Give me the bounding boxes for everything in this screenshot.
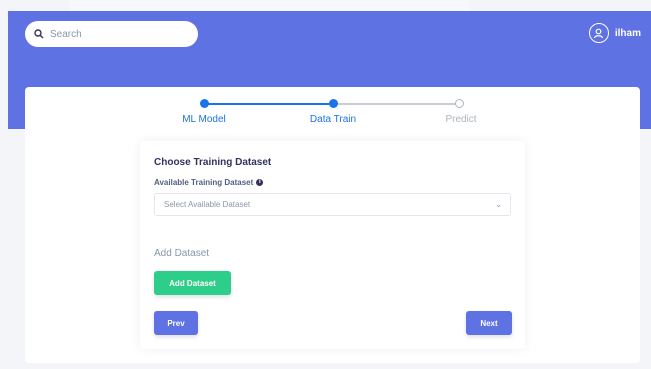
field-label-text: Available Training Dataset — [154, 178, 254, 187]
step-label-ml-model: ML Model — [182, 114, 226, 125]
next-button[interactable]: Next — [466, 311, 512, 335]
search-icon — [34, 29, 44, 39]
user-menu[interactable]: ilham — [588, 23, 641, 43]
prev-button[interactable]: Prev — [154, 311, 198, 335]
step-dot-predict — [455, 99, 464, 108]
stepper-line-pending — [333, 103, 459, 105]
top-strip — [70, 0, 470, 11]
user-name: ilham — [614, 27, 641, 39]
dataset-form-card: Choose Training Dataset Available Traini… — [140, 141, 525, 349]
form-title: Choose Training Dataset — [154, 157, 272, 168]
select-placeholder: Select Available Dataset — [164, 200, 251, 209]
add-dataset-button[interactable]: Add Dataset — [154, 271, 231, 295]
step-label-predict: Predict — [445, 114, 477, 125]
add-dataset-label: Add Dataset — [154, 248, 210, 259]
step-label-data-train: Data Train — [309, 114, 357, 125]
stepper-line-complete — [205, 103, 333, 105]
step-dot-ml-model — [200, 99, 209, 108]
avatar-icon — [588, 23, 609, 43]
dataset-select[interactable]: Select Available Dataset ⌄ — [154, 193, 511, 216]
search-input[interactable]: Search — [25, 21, 198, 47]
chevron-down-icon: ⌄ — [495, 200, 502, 209]
info-icon[interactable]: i — [256, 179, 264, 186]
field-label: Available Training Dataset i — [154, 178, 264, 187]
step-dot-data-train — [329, 99, 338, 108]
search-placeholder: Search — [50, 28, 82, 40]
